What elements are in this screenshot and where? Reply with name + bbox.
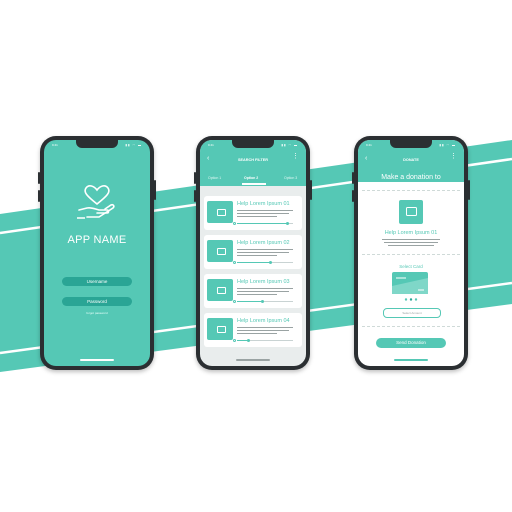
home-indicator[interactable] bbox=[236, 359, 270, 361]
more-options-icon[interactable]: ⋮ bbox=[292, 153, 299, 160]
page-title: DONATE bbox=[403, 158, 419, 162]
tab-option-1[interactable]: Option 1 bbox=[208, 176, 221, 180]
progress-start-icon bbox=[233, 338, 236, 342]
donate-screen: 9:41 ▮▮ ◠ ▬ ‹ DONATE ⋮ Make a donation to… bbox=[358, 140, 464, 366]
cause-title: Help Lorem Ipsum 01 bbox=[384, 230, 438, 236]
more-options-icon[interactable]: ⋮ bbox=[450, 153, 457, 160]
camera-icon bbox=[217, 248, 226, 255]
camera-icon bbox=[217, 209, 226, 216]
progress-bar bbox=[237, 221, 293, 225]
phone-donate: 9:41 ▮▮ ◠ ▬ ‹ DONATE ⋮ Make a donation to… bbox=[352, 136, 470, 370]
progress-start-icon bbox=[233, 221, 236, 225]
phone-login: 9:41 ▮▮ ◠ ▬ APP NAME Username Password fo… bbox=[38, 136, 156, 370]
image-placeholder bbox=[207, 201, 233, 223]
progress-bar bbox=[237, 299, 293, 303]
list-item[interactable]: Help Lorem Ipsum 03 bbox=[204, 274, 302, 308]
list-item[interactable]: Help Lorem Ipsum 02 bbox=[204, 235, 302, 269]
login-screen: 9:41 ▮▮ ◠ ▬ APP NAME Username Password fo… bbox=[44, 140, 150, 366]
notch bbox=[232, 140, 274, 148]
send-donation-button[interactable]: Send Donation bbox=[376, 338, 446, 348]
item-title: Help Lorem Ipsum 03 bbox=[237, 279, 290, 285]
phone-search-filter: 9:41 ▮▮ ◠ ▬ ‹ SEARCH FILTER ⋮ Option 1 Op… bbox=[194, 136, 312, 370]
select-card-label: Select Card bbox=[399, 264, 423, 269]
progress-start-icon bbox=[233, 299, 236, 303]
image-placeholder bbox=[207, 318, 233, 340]
app-name: APP NAME bbox=[67, 234, 127, 246]
amount-select[interactable]: Select Amount bbox=[383, 308, 441, 318]
progress-bar bbox=[237, 260, 293, 264]
list-item[interactable]: Help Lorem Ipsum 01 bbox=[204, 196, 302, 230]
notch bbox=[390, 140, 432, 148]
camera-icon bbox=[217, 287, 226, 294]
image-placeholder bbox=[207, 240, 233, 262]
list-item[interactable]: Help Lorem Ipsum 04 bbox=[204, 313, 302, 347]
progress-bar bbox=[237, 338, 293, 342]
page-title: SEARCH FILTER bbox=[237, 158, 269, 162]
forgot-password-link[interactable]: forgot password bbox=[44, 311, 150, 315]
item-title: Help Lorem Ipsum 04 bbox=[237, 318, 290, 324]
page-subtitle: Make a donation to bbox=[381, 174, 441, 181]
progress-start-icon bbox=[233, 260, 236, 264]
password-field[interactable]: Password bbox=[62, 297, 132, 306]
credit-card-icon[interactable] bbox=[392, 272, 428, 294]
camera-icon bbox=[406, 207, 417, 216]
search-filter-screen: 9:41 ▮▮ ◠ ▬ ‹ SEARCH FILTER ⋮ Option 1 Op… bbox=[200, 140, 306, 366]
heart-in-hand-icon bbox=[77, 185, 115, 219]
camera-icon bbox=[217, 326, 226, 333]
image-placeholder bbox=[399, 200, 423, 224]
item-title: Help Lorem Ipsum 01 bbox=[237, 201, 290, 207]
image-placeholder bbox=[207, 279, 233, 301]
active-tab-indicator bbox=[242, 183, 266, 185]
item-title: Help Lorem Ipsum 02 bbox=[237, 240, 290, 246]
tab-option-3[interactable]: Option 3 bbox=[284, 176, 297, 180]
home-indicator[interactable] bbox=[80, 359, 114, 361]
username-field[interactable]: Username bbox=[62, 277, 132, 286]
tab-option-2[interactable]: Option 2 bbox=[244, 176, 258, 180]
card-pager-dots[interactable] bbox=[404, 298, 418, 301]
notch bbox=[76, 140, 118, 148]
home-indicator[interactable] bbox=[394, 359, 428, 361]
